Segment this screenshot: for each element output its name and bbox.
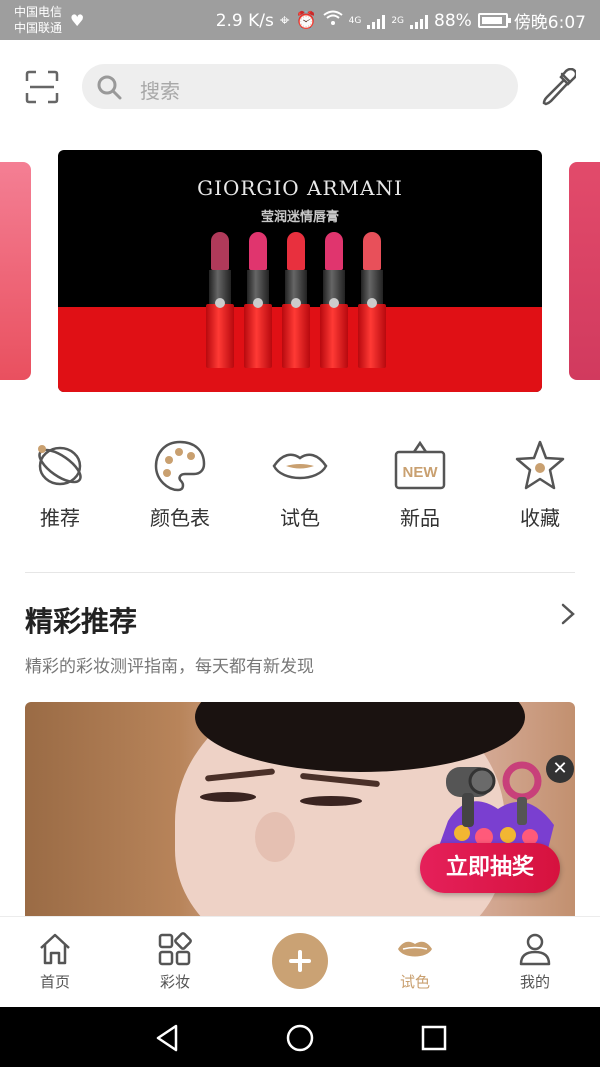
network-4g-label: 4G	[348, 15, 362, 26]
status-bar: 中国电信 中国联通 ♥ 2.9 K/s ⌖ ⏰ 4G 2G 88% 傍晚6:07	[0, 0, 600, 40]
lipstick-logo-dot	[291, 298, 301, 308]
chevron-right-icon[interactable]	[558, 602, 578, 626]
lipstick-bullet	[325, 232, 343, 270]
lipstick-case	[206, 304, 234, 368]
network-speed: 2.9 K/s	[215, 10, 274, 31]
wifi-icon	[322, 10, 343, 31]
lips-icon	[272, 453, 328, 480]
clock: 傍晚6:07	[513, 13, 586, 33]
lipstick-product	[282, 232, 310, 368]
category-try-color[interactable]: 试色	[250, 438, 350, 531]
tab-profile[interactable]: 我的	[495, 931, 575, 992]
category-favorites[interactable]: 收藏	[490, 438, 590, 531]
category-label: 收藏	[520, 506, 560, 530]
tab-label: 试色	[399, 973, 430, 991]
hair-dryer-prize-icon	[438, 761, 554, 849]
tab-makeup[interactable]: 彩妆	[135, 931, 215, 992]
tab-home[interactable]: 首页	[15, 931, 95, 992]
tab-label: 我的	[519, 973, 550, 991]
section-divider	[25, 572, 575, 573]
lipstick-case	[320, 304, 348, 368]
battery-percent: 88%	[434, 10, 472, 31]
lipstick-product	[320, 232, 348, 368]
carrier-1: 中国电信	[14, 5, 63, 19]
lipstick-case	[244, 304, 272, 368]
eye-left	[200, 792, 256, 802]
category-label: 新品	[400, 506, 440, 530]
lipstick-case	[282, 304, 310, 368]
recent-apps-icon[interactable]	[418, 1022, 450, 1054]
color-picker-icon[interactable]	[540, 68, 576, 106]
carrier-2: 中国联通	[14, 21, 63, 35]
network-2g-label: 2G	[391, 15, 405, 26]
lipstick-logo-dot	[329, 298, 339, 308]
lipstick-bullet	[287, 232, 305, 270]
category-recommend[interactable]: 推荐	[10, 438, 110, 531]
system-nav-bar	[0, 1007, 600, 1067]
category-color-chart[interactable]: 颜色表	[130, 438, 230, 531]
tab-label: 彩妆	[159, 973, 190, 991]
lipstick-logo-dot	[253, 298, 263, 308]
close-promo-button[interactable]: ✕	[546, 755, 574, 783]
search-bar[interactable]: 搜索	[82, 64, 518, 109]
lipstick-logo-dot	[367, 298, 377, 308]
promo-banner[interactable]: GIORGIO ARMANI 莹润迷情唇膏	[58, 150, 542, 392]
lipstick-bullet	[363, 232, 381, 270]
carousel-prev-slide[interactable]	[0, 162, 31, 380]
home-circle-icon[interactable]	[284, 1022, 316, 1054]
star-icon	[515, 440, 565, 490]
add-button[interactable]	[272, 933, 328, 989]
lipstick-case	[358, 304, 386, 368]
new-badge-text: NEW	[403, 464, 439, 481]
lipstick-product	[244, 232, 272, 368]
lips-icon	[398, 941, 432, 957]
grid-icon	[158, 932, 192, 966]
new-sign-icon: NEW	[394, 440, 446, 490]
category-label: 推荐	[40, 506, 80, 530]
banner-brand: GIORGIO ARMANI	[197, 176, 403, 200]
bottom-tab-bar: 首页 彩妆 试色 我的	[0, 916, 600, 1007]
eye-right	[300, 796, 362, 806]
nose-illustration	[255, 812, 295, 862]
lottery-promo: ✕ 立即抽奖	[418, 755, 578, 895]
section-description: 精彩的彩妆测评指南，每天都有新发现	[25, 657, 314, 677]
lipstick-product	[206, 232, 234, 368]
palette-icon	[154, 440, 206, 492]
lottery-button[interactable]: 立即抽奖	[420, 843, 560, 893]
lipstick-logo-dot	[215, 298, 225, 308]
category-label: 试色	[280, 506, 320, 530]
lipstick-bullet	[211, 232, 229, 270]
person-icon	[519, 933, 551, 966]
signal-4g-icon	[367, 13, 386, 29]
scan-icon[interactable]	[25, 70, 59, 104]
atom-icon	[38, 445, 82, 486]
tab-try-color[interactable]: 试色	[375, 931, 455, 992]
home-icon	[40, 933, 70, 965]
category-label: 颜色表	[150, 506, 210, 530]
search-icon	[97, 75, 122, 100]
battery-icon	[477, 13, 511, 28]
tab-label: 首页	[39, 973, 70, 991]
location-icon: ⌖	[279, 10, 290, 31]
back-icon[interactable]	[152, 1022, 184, 1054]
section-title: 精彩推荐	[25, 605, 138, 638]
search-placeholder: 搜索	[140, 79, 180, 103]
health-heart-icon: ♥	[70, 11, 85, 30]
lipstick-bullet	[249, 232, 267, 270]
alarm-icon: ⏰	[295, 10, 317, 31]
app-screen: 中国电信 中国联通 ♥ 2.9 K/s ⌖ ⏰ 4G 2G 88% 傍晚6:07	[0, 0, 600, 1067]
category-new[interactable]: NEW 新品	[370, 438, 470, 531]
banner-subtitle: 莹润迷情唇膏	[260, 210, 339, 225]
carousel-next-slide[interactable]	[569, 162, 600, 380]
status-indicators: 2.9 K/s ⌖ ⏰ 4G 2G 88% 傍晚6:07	[215, 8, 586, 34]
carrier-names: 中国电信 中国联通	[14, 4, 62, 36]
signal-2g-icon	[410, 13, 429, 29]
lipstick-product	[358, 232, 386, 368]
